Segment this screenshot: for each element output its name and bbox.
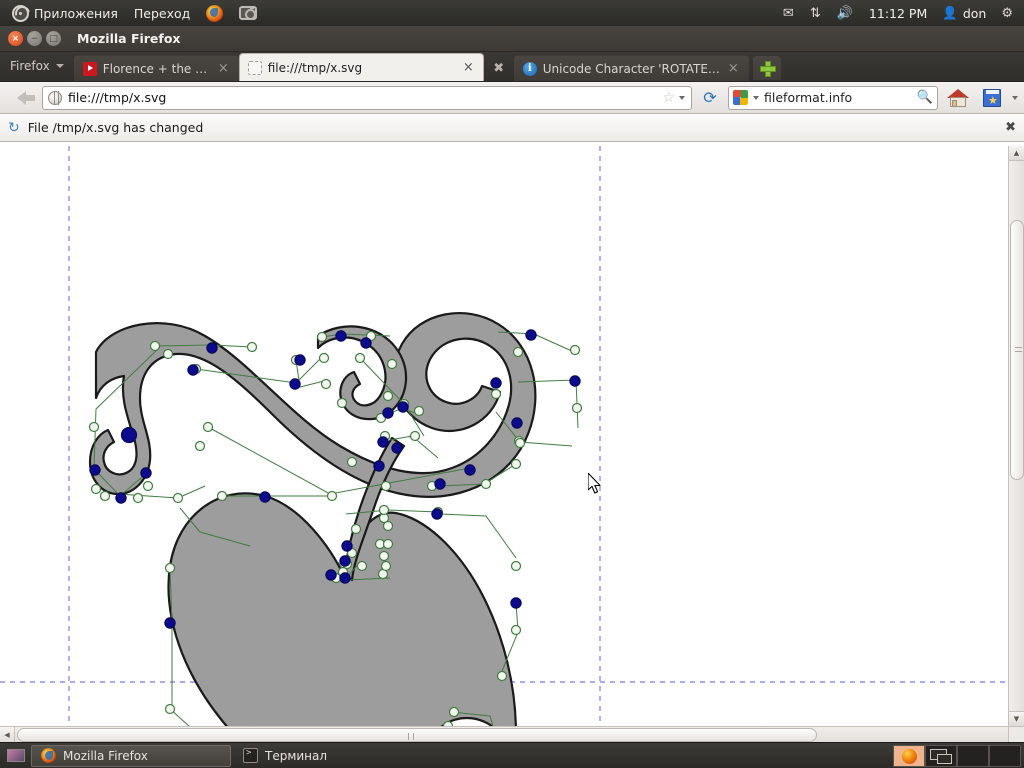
search-engine-icon[interactable] [733,90,748,105]
tab-label: Florence + the Machine "Sh… [102,61,211,76]
taskbar: Mozilla Firefox Терминал [0,742,1024,768]
scroll-grip-icon [1015,347,1022,352]
notification-bar: ↻ File /tmp/x.svg has changed ✖ [0,114,1024,142]
content-area: ▲ ▼ ◀ [0,146,1024,742]
taskbar-item-label: Mozilla Firefox [63,748,148,763]
scrollbar-corner [1008,726,1024,742]
scroll-left-button[interactable]: ◀ [0,727,15,742]
vertical-scrollbar[interactable]: ▲ ▼ [1008,146,1024,726]
bookmarks-button[interactable]: ★ [978,85,1006,111]
chevron-down-icon [55,64,64,68]
applications-menu-label: Приложения [34,5,118,21]
volume-icon[interactable]: 🔊 [830,4,860,23]
search-bar[interactable]: fileformat.info 🔍 [728,85,938,110]
url-bar[interactable]: file:///tmp/x.svg ☆ [42,85,692,110]
firefox-launcher[interactable] [198,2,231,25]
navigation-toolbar: file:///tmp/x.svg ☆ ⟳ fileformat.info 🔍 [0,82,1024,114]
gear-icon[interactable]: ⚙ [994,4,1020,23]
back-arrow-icon [16,90,35,105]
reload-icon: ↻ [8,119,20,136]
show-desktop-button[interactable] [3,745,29,767]
horizontal-scroll-thumb[interactable] [17,728,817,742]
document-favicon [247,60,262,75]
tab-label: file:///tmp/x.svg [267,60,363,75]
tab-strip: Firefox Florence + the Machine "Sh… × fi… [0,52,1024,82]
panel-menu-group: Приложения Переход [0,2,265,25]
new-tab-button[interactable] [752,56,781,80]
home-button[interactable] [944,85,972,111]
url-bar-actions: ☆ [662,91,687,105]
chevron-down-icon[interactable] [679,95,685,100]
bookmark-star-icon[interactable]: ☆ [662,91,675,105]
window-titlebar: × − □ Mozilla Firefox [0,26,1024,52]
reload-button[interactable]: ⟳ [698,86,722,110]
taskbar-item-terminal[interactable]: Терминал [233,745,433,767]
workspace-3[interactable] [957,744,989,767]
firefox-icon [41,748,56,763]
window-minimize-button[interactable]: − [27,31,42,46]
glyph-paths [88,312,537,726]
url-text: file:///tmp/x.svg [68,90,167,105]
workspace-2[interactable] [925,744,957,767]
bookmarks-icon: ★ [983,88,1001,107]
svg-canvas[interactable] [0,146,1008,726]
tab-x-svg[interactable]: file:///tmp/x.svg × [238,53,484,81]
firefox-launcher-icon [206,4,224,22]
applications-menu[interactable]: Приложения [4,2,126,25]
mail-icon[interactable]: ✉ [776,4,801,23]
firefox-app-button[interactable]: Firefox [0,51,74,81]
tab-close-icon[interactable]: × [217,62,230,75]
window-maximize-button[interactable]: □ [46,31,61,46]
back-button[interactable] [6,86,36,110]
places-menu-label: Переход [133,5,191,21]
home-icon [947,88,969,107]
tab-overflow-icon[interactable]: ✖ [484,55,514,81]
clock[interactable]: 11:12 PM [862,3,934,24]
horizontal-scrollbar[interactable]: ◀ [0,726,1008,742]
screenshot-camera-icon [239,6,258,20]
plus-icon [759,61,776,77]
scroll-grip-icon [408,733,414,740]
scroll-up-button[interactable]: ▲ [1008,146,1024,161]
firefox-app-button-label: Firefox [10,59,50,73]
terminal-icon [243,748,258,763]
network-icon[interactable]: ⇅ [803,4,828,23]
tab-label: Unicode Character 'ROTATE… [542,61,720,76]
tab-close-icon[interactable]: × [462,61,475,74]
screenshot-launcher[interactable] [231,3,265,23]
magnify-icon[interactable]: 🔍 [917,90,933,105]
tab-close-icon[interactable]: × [727,62,740,75]
screen-root: Приложения Переход ✉ ⇅ 🔊 11:12 PM 👤 don … [0,0,1024,768]
taskbar-item-label: Терминал [265,748,328,763]
workspace-4[interactable] [989,744,1021,767]
svg-drawing [0,146,1008,726]
window-close-button[interactable]: × [8,31,23,46]
person-icon: 👤 [942,5,958,20]
system-tray: ✉ ⇅ 🔊 11:12 PM 👤 don ⚙ [776,2,1024,24]
tab-florence[interactable]: Florence + the Machine "Sh… × [73,55,239,81]
workspace-switcher [893,744,1021,767]
search-input[interactable]: fileformat.info [764,90,852,105]
ubuntu-logo-icon [12,4,29,22]
user-menu-label: don [962,5,987,21]
tab-unicode-character[interactable]: i Unicode Character 'ROTATE… × [513,55,749,81]
globe-icon [48,90,62,105]
show-desktop-icon [7,749,25,762]
vertical-scroll-thumb[interactable] [1010,220,1024,480]
taskbar-item-firefox[interactable]: Mozilla Firefox [31,744,231,767]
mouse-cursor [588,473,601,494]
info-favicon: i [522,61,537,76]
gnome-top-panel: Приложения Переход ✉ ⇅ 🔊 11:12 PM 👤 don … [0,0,1024,26]
places-menu[interactable]: Переход [126,3,198,24]
firefox-chrome: Firefox Florence + the Machine "Sh… × fi… [0,52,1024,142]
window-title: Mozilla Firefox [77,31,181,46]
user-menu[interactable]: 👤 don [936,2,992,24]
chevron-down-icon[interactable] [1012,95,1018,100]
notification-close-icon[interactable]: ✖ [1005,120,1016,135]
workspace-1[interactable] [893,744,925,767]
chevron-down-icon[interactable] [753,95,759,100]
notification-message: File /tmp/x.svg has changed [27,120,204,135]
scroll-down-button[interactable]: ▼ [1008,711,1024,726]
youtube-favicon [82,61,97,76]
